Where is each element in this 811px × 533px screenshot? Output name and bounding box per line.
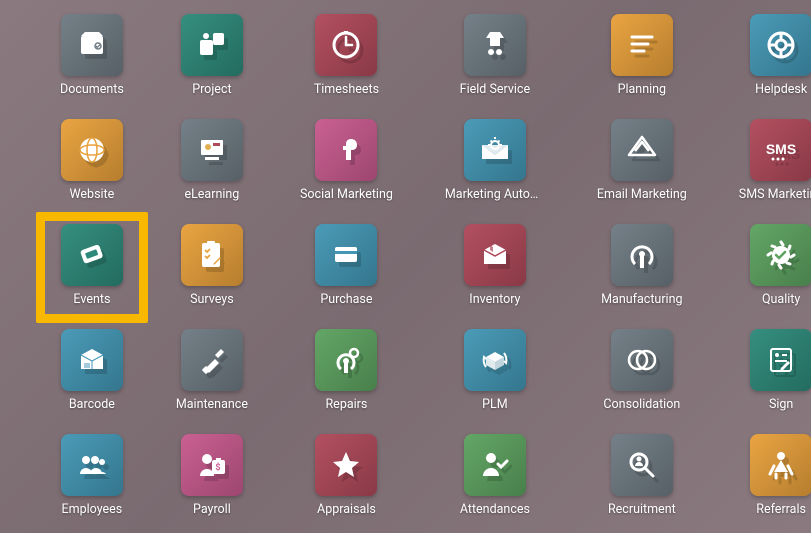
app-label: Quality (762, 292, 800, 307)
app-label: Surveys (190, 292, 234, 307)
field-service-icon (464, 14, 526, 76)
app-barcode[interactable]: Barcode (60, 329, 124, 412)
app-maintenance[interactable]: Maintenance (176, 329, 248, 412)
maintenance-icon (181, 329, 243, 391)
social-marketing-icon (315, 119, 377, 181)
app-consolidation[interactable]: Consolidation (597, 329, 687, 412)
app-sms-marketing[interactable]: SMS Marketing (739, 119, 811, 202)
app-quality[interactable]: Quality (739, 224, 811, 307)
app-grid: Documents Project Timesheets Field Service P… (0, 0, 811, 527)
app-surveys[interactable]: Surveys (176, 224, 248, 307)
app-elearning[interactable]: eLearning (176, 119, 248, 202)
attendances-icon (464, 434, 526, 496)
app-events[interactable]: Events (60, 224, 124, 307)
app-plm[interactable]: PLM (445, 329, 545, 412)
app-label: Employees (62, 502, 123, 517)
manufacturing-icon (611, 224, 673, 286)
app-label: Recruitment (608, 502, 676, 517)
app-label: Project (192, 82, 231, 97)
app-email-marketing[interactable]: Email Marketing (597, 119, 687, 202)
surveys-icon (181, 224, 243, 286)
app-sign[interactable]: Sign (739, 329, 811, 412)
app-label: eLearning (184, 187, 239, 202)
project-icon (181, 14, 243, 76)
timesheets-icon (315, 14, 377, 76)
app-label: Helpdesk (755, 82, 807, 97)
marketing-automation-icon (464, 119, 526, 181)
app-label: Field Service (460, 82, 530, 97)
app-label: Repairs (325, 397, 367, 412)
app-attendances[interactable]: Attendances (445, 434, 545, 517)
events-icon (61, 224, 123, 286)
app-label: Social Marketing (300, 187, 393, 202)
app-website[interactable]: Website (60, 119, 124, 202)
elearning-icon (181, 119, 243, 181)
app-inventory[interactable]: Inventory (445, 224, 545, 307)
app-label: SMS Marketing (739, 187, 811, 202)
app-employees[interactable]: Employees (60, 434, 124, 517)
app-social-marketing[interactable]: Social Marketing (300, 119, 393, 202)
app-label: Referrals (756, 502, 806, 517)
app-field-service[interactable]: Field Service (445, 14, 545, 97)
appraisals-icon (315, 434, 377, 496)
app-appraisals[interactable]: Appraisals (300, 434, 393, 517)
website-icon (61, 119, 123, 181)
app-label: Attendances (460, 502, 530, 517)
app-label: Inventory (469, 292, 520, 307)
quality-icon (750, 224, 811, 286)
employees-icon (61, 434, 123, 496)
app-repairs[interactable]: Repairs (300, 329, 393, 412)
app-label: Planning (618, 82, 667, 97)
plm-icon (464, 329, 526, 391)
app-label: Manufacturing (601, 292, 682, 307)
app-label: Appraisals (317, 502, 376, 517)
barcode-icon (61, 329, 123, 391)
sign-icon (750, 329, 811, 391)
app-manufacturing[interactable]: Manufacturing (597, 224, 687, 307)
app-label: Documents (60, 82, 124, 97)
app-label: Website (70, 187, 115, 202)
app-label: Purchase (320, 292, 372, 307)
app-label: Marketing Autom... (445, 187, 545, 202)
payroll-icon (181, 434, 243, 496)
app-label: PLM (482, 397, 508, 412)
app-recruitment[interactable]: Recruitment (597, 434, 687, 517)
app-marketing-automation[interactable]: Marketing Autom... (445, 119, 545, 202)
documents-icon (61, 14, 123, 76)
sms-marketing-icon (750, 119, 811, 181)
inventory-icon (464, 224, 526, 286)
email-marketing-icon (611, 119, 673, 181)
repairs-icon (315, 329, 377, 391)
app-project[interactable]: Project (176, 14, 248, 97)
recruitment-icon (611, 434, 673, 496)
app-label: Consolidation (603, 397, 680, 412)
purchase-icon (315, 224, 377, 286)
app-label: Events (73, 292, 110, 307)
app-label: Barcode (69, 397, 115, 412)
app-documents[interactable]: Documents (60, 14, 124, 97)
referrals-icon (750, 434, 811, 496)
app-timesheets[interactable]: Timesheets (300, 14, 393, 97)
app-purchase[interactable]: Purchase (300, 224, 393, 307)
app-label: Email Marketing (597, 187, 687, 202)
consolidation-icon (611, 329, 673, 391)
app-referrals[interactable]: Referrals (739, 434, 811, 517)
app-planning[interactable]: Planning (597, 14, 687, 97)
app-label: Sign (769, 397, 793, 412)
app-label: Timesheets (314, 82, 379, 97)
app-label: Maintenance (176, 397, 248, 412)
helpdesk-icon (750, 14, 811, 76)
app-label: Payroll (193, 502, 231, 517)
planning-icon (611, 14, 673, 76)
app-payroll[interactable]: Payroll (176, 434, 248, 517)
app-helpdesk[interactable]: Helpdesk (739, 14, 811, 97)
